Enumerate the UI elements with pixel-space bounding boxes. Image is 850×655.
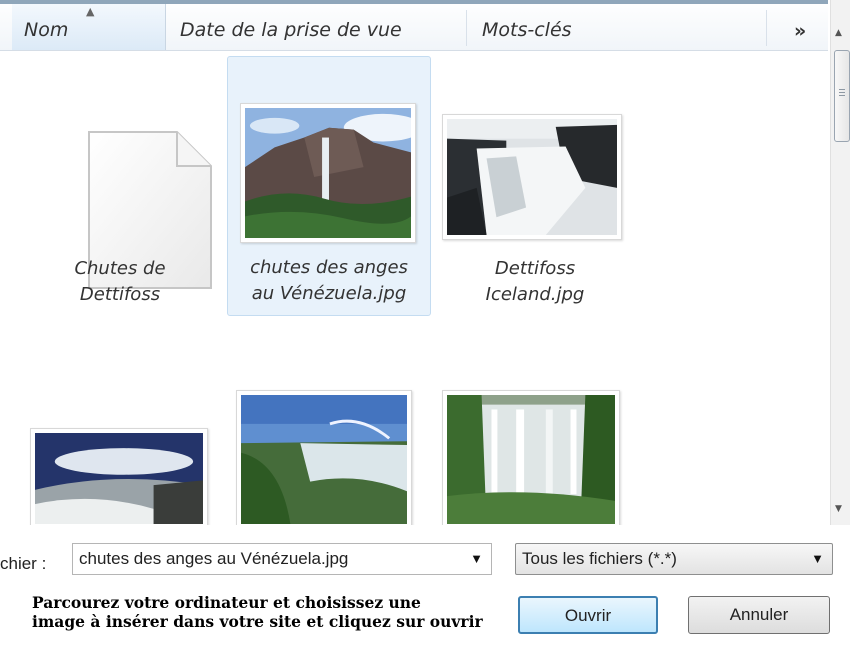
file-name-line: Chutes de	[74, 258, 166, 279]
column-name-label: Nom	[24, 19, 69, 41]
file-type-value: Tous les fichiers (*.*)	[522, 549, 677, 568]
scrollbar-thumb[interactable]	[834, 50, 850, 142]
file-name-line: Dettifoss	[494, 258, 576, 279]
instruction-caption: Parcourez votre ordinateur et choisissez…	[32, 593, 592, 631]
waterfall-photo	[447, 395, 615, 524]
column-keywords[interactable]: Mots-clés	[482, 4, 572, 50]
caption-line: image à insérer dans votre site et cliqu…	[32, 612, 483, 631]
waterfall-photo	[241, 395, 407, 524]
dropdown-arrow-icon[interactable]: ▼	[470, 544, 483, 574]
caption-line: Parcourez votre ordinateur et choisissez…	[32, 593, 421, 612]
image-thumbnail[interactable]	[442, 390, 620, 528]
cancel-button[interactable]: Annuler	[688, 596, 830, 634]
dropdown-arrow-icon[interactable]: ▼	[811, 544, 824, 574]
more-columns-chevron-icon[interactable]: »	[794, 20, 806, 42]
waterfall-photo	[447, 119, 617, 235]
image-thumbnail	[442, 114, 622, 240]
waterfall-photo	[245, 108, 411, 238]
image-thumbnail[interactable]	[236, 390, 412, 528]
column-divider[interactable]	[766, 10, 767, 46]
column-divider[interactable]	[466, 10, 467, 46]
file-item[interactable]: Dettifoss Iceland.jpg	[440, 58, 630, 318]
image-thumbnail[interactable]	[30, 428, 208, 528]
filename-input[interactable]: chutes des anges au Vénézuela.jpg ▼	[72, 543, 492, 575]
waterfall-photo	[35, 433, 203, 524]
file-item-selected[interactable]: chutes des anges au Vénézuela.jpg	[227, 56, 431, 316]
column-date-taken[interactable]: Date de la prise de vue	[180, 4, 402, 50]
sort-ascending-icon: ▲	[86, 5, 95, 18]
file-item[interactable]: Chutes de Dettifoss	[30, 58, 212, 318]
file-open-dialog: Nom ▲ Date de la prise de vue Mots-clés …	[0, 0, 850, 655]
scroll-down-arrow-icon[interactable]: ▼	[835, 504, 842, 514]
column-header-bar: Nom ▲ Date de la prise de vue Mots-clés …	[0, 0, 828, 51]
vertical-scrollbar[interactable]: ▲ ▼	[830, 0, 850, 525]
image-thumbnail	[240, 103, 416, 243]
file-name-line: Iceland.jpg	[485, 284, 585, 305]
file-type-select[interactable]: Tous les fichiers (*.*) ▼	[515, 543, 833, 575]
file-name-line: au Vénézuela.jpg	[251, 283, 407, 304]
scroll-up-arrow-icon[interactable]: ▲	[835, 28, 842, 38]
file-name-line: Dettifoss	[79, 284, 161, 305]
filename-label: chier :	[0, 554, 47, 573]
file-name-line: chutes des anges	[250, 257, 408, 278]
filename-value: chutes des anges au Vénézuela.jpg	[79, 549, 349, 568]
